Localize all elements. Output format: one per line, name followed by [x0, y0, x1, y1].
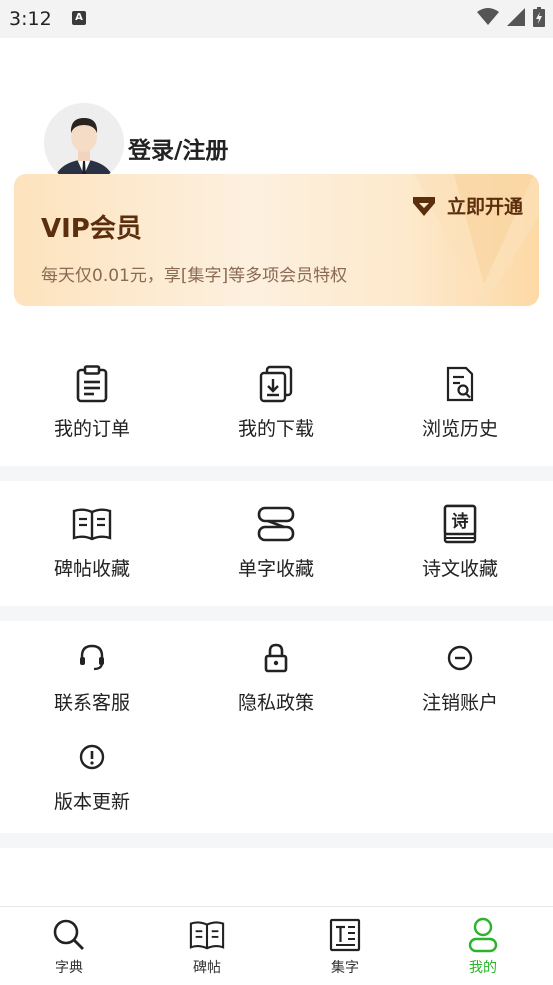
- history-icon: [440, 364, 480, 404]
- battery-icon: [533, 7, 545, 27]
- section-divider: [0, 833, 553, 848]
- user-icon: [465, 917, 501, 953]
- menu-poem-favorites[interactable]: 诗 诗文收藏: [368, 504, 552, 604]
- status-bar: 3:12 A: [0, 0, 553, 38]
- signal-icon: [507, 8, 525, 26]
- stack-icon: [256, 504, 296, 544]
- notification-badge: A: [72, 11, 86, 25]
- info-circle-icon: [72, 737, 112, 777]
- menu-label: 浏览历史: [421, 418, 498, 440]
- menu-label: 我的下载: [237, 418, 314, 440]
- menu-label: 单字收藏: [237, 558, 314, 580]
- poem-glyph: 诗: [452, 512, 469, 532]
- menu-my-downloads[interactable]: 我的下载: [184, 364, 368, 464]
- login-register-link[interactable]: 登录/注册: [128, 136, 228, 166]
- status-icons: [477, 7, 545, 27]
- book-open-icon: [72, 504, 112, 544]
- tab-label: 集字: [331, 960, 359, 976]
- menu-deactivate-account[interactable]: 注销账户: [368, 638, 552, 738]
- text-doc-icon: [327, 917, 363, 953]
- book-icon: [189, 917, 225, 953]
- wifi-icon: [477, 8, 499, 25]
- avatar[interactable]: [44, 103, 124, 183]
- search-icon: [51, 917, 87, 953]
- vip-description: 每天仅0.01元，享[集字]等多项会员特权: [41, 266, 348, 286]
- headset-icon: [72, 638, 112, 678]
- menu-label: 诗文收藏: [421, 558, 498, 580]
- menu-rubbing-favorites[interactable]: 碑帖收藏: [0, 504, 184, 604]
- poem-book-icon: 诗: [440, 504, 480, 544]
- vip-card[interactable]: VIP会员 每天仅0.01元，享[集字]等多项会员特权 立即开通: [14, 174, 539, 306]
- menu-group-favorites: 碑帖收藏 单字收藏 诗 诗文收藏: [0, 481, 553, 606]
- tab-label: 碑帖: [193, 960, 221, 976]
- menu-label: 注销账户: [421, 692, 498, 714]
- minus-circle-icon: [440, 638, 480, 678]
- tab-collect-characters[interactable]: 集字: [276, 907, 414, 985]
- menu-label: 版本更新: [53, 791, 130, 813]
- vip-title: VIP会员: [41, 214, 142, 244]
- menu-label: 隐私政策: [237, 692, 314, 714]
- menu-contact-support[interactable]: 联系客服: [0, 638, 184, 738]
- vip-activate-button[interactable]: 立即开通: [411, 192, 523, 219]
- section-divider: [0, 606, 553, 621]
- menu-group-settings: 联系客服 隐私政策 注销账户 版本更新: [0, 621, 553, 833]
- download-icon: [256, 364, 296, 404]
- menu-my-orders[interactable]: 我的订单: [0, 364, 184, 464]
- tab-label: 字典: [55, 960, 83, 976]
- menu-label: 碑帖收藏: [53, 558, 130, 580]
- vip-activate-label: 立即开通: [446, 196, 523, 218]
- clipboard-icon: [72, 364, 112, 404]
- lock-icon: [256, 638, 296, 678]
- tab-label: 我的: [469, 960, 497, 976]
- menu-privacy-policy[interactable]: 隐私政策: [184, 638, 368, 738]
- menu-browse-history[interactable]: 浏览历史: [368, 364, 552, 464]
- tab-mine[interactable]: 我的: [414, 907, 552, 985]
- avatar-illustration: [44, 103, 124, 183]
- menu-character-favorites[interactable]: 单字收藏: [184, 504, 368, 604]
- tab-rubbings[interactable]: 碑帖: [138, 907, 276, 985]
- menu-version-update[interactable]: 版本更新: [0, 737, 184, 837]
- tab-dictionary[interactable]: 字典: [0, 907, 138, 985]
- status-time: 3:12: [9, 8, 52, 30]
- bottom-tab-bar: 字典 碑帖 集字 我的: [0, 906, 553, 985]
- section-divider: [0, 466, 553, 481]
- menu-label: 联系客服: [53, 692, 130, 714]
- diamond-icon: [412, 196, 435, 216]
- menu-label: 我的订单: [53, 418, 130, 440]
- menu-group-orders: 我的订单 我的下载 浏览历史: [0, 306, 553, 466]
